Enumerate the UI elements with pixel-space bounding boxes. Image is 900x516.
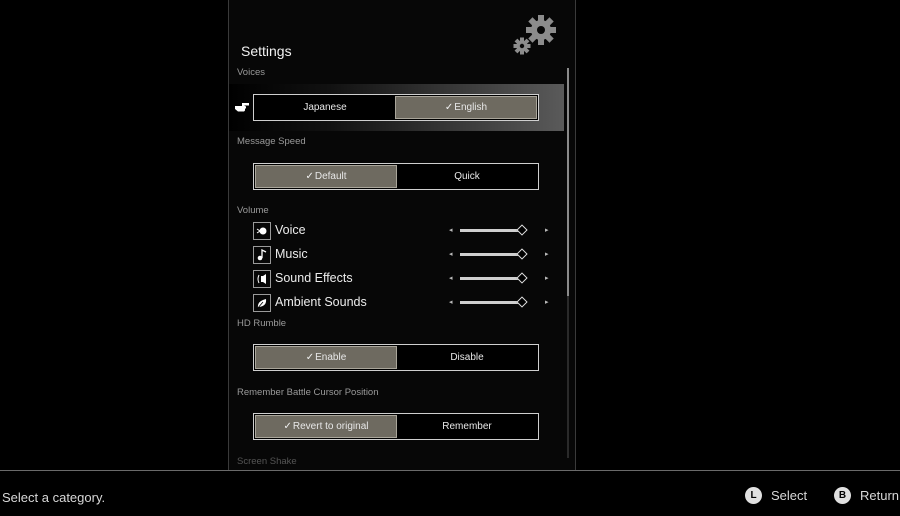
volume-slider-track[interactable] bbox=[460, 253, 522, 256]
volume-row-sound-effects[interactable]: Sound Effects ◂ ▸ bbox=[253, 270, 553, 290]
volume-slider-knob[interactable] bbox=[516, 247, 528, 260]
music-note-icon bbox=[253, 246, 271, 264]
gear-icon bbox=[513, 15, 556, 55]
voices-toggle: Japanese ✓ English bbox=[253, 94, 539, 121]
volume-label: Music bbox=[275, 247, 308, 261]
arrow-left-icon[interactable]: ◂ bbox=[449, 274, 453, 282]
volume-slider-track[interactable] bbox=[460, 301, 522, 304]
voices-option-english[interactable]: ✓ English bbox=[395, 96, 537, 119]
volume-label: Ambient Sounds bbox=[275, 295, 367, 309]
hd-rumble-option-enable[interactable]: ✓ Enable bbox=[255, 346, 397, 369]
select-button-hint[interactable]: L Select bbox=[745, 487, 807, 504]
volume-label: Sound Effects bbox=[275, 271, 353, 285]
hd-rumble-toggle: ✓ Enable Disable bbox=[253, 344, 539, 371]
arrow-left-icon[interactable]: ◂ bbox=[449, 298, 453, 306]
message-speed-option-default[interactable]: ✓ Default bbox=[255, 165, 397, 188]
arrow-right-icon[interactable]: ▸ bbox=[545, 298, 549, 306]
battle-cursor-option-revert[interactable]: ✓ Revert to original bbox=[255, 415, 397, 438]
check-icon: ✓ bbox=[283, 421, 292, 432]
check-icon: ✓ bbox=[444, 102, 454, 113]
section-label-voices: Voices bbox=[237, 67, 265, 78]
section-label-battle-cursor: Remember Battle Cursor Position bbox=[237, 387, 379, 398]
arrow-right-icon[interactable]: ▸ bbox=[545, 274, 549, 282]
arrow-right-icon[interactable]: ▸ bbox=[545, 250, 549, 258]
check-icon: ✓ bbox=[305, 352, 315, 363]
volume-row-voice[interactable]: Voice ◂ ▸ bbox=[253, 222, 553, 242]
volume-slider-track[interactable] bbox=[460, 277, 522, 280]
hd-rumble-option-disable[interactable]: Disable bbox=[397, 346, 537, 369]
section-label-hd-rumble: HD Rumble bbox=[237, 318, 287, 329]
arrow-left-icon[interactable]: ◂ bbox=[449, 250, 453, 258]
arrow-left-icon[interactable]: ◂ bbox=[449, 226, 453, 234]
message-speed-toggle: ✓ Default Quick bbox=[253, 163, 539, 190]
battle-cursor-toggle: ✓ Revert to original Remember bbox=[253, 413, 539, 440]
section-label-message-speed: Message Speed bbox=[237, 136, 306, 147]
l-button-icon: L bbox=[745, 487, 762, 504]
arrow-right-icon[interactable]: ▸ bbox=[545, 226, 549, 234]
b-button-icon: B bbox=[834, 487, 851, 504]
volume-slider-track[interactable] bbox=[460, 229, 522, 232]
scrollbar-thumb[interactable] bbox=[567, 68, 569, 296]
page-title: Settings bbox=[241, 43, 292, 59]
sound-effects-icon bbox=[253, 270, 271, 288]
volume-slider-knob[interactable] bbox=[516, 295, 528, 308]
footer-divider bbox=[0, 470, 900, 471]
return-label: Return bbox=[860, 488, 900, 503]
message-speed-option-quick[interactable]: Quick bbox=[397, 165, 537, 188]
volume-slider-knob[interactable] bbox=[516, 271, 528, 284]
voices-option-japanese[interactable]: Japanese bbox=[255, 96, 395, 119]
volume-slider-knob[interactable] bbox=[516, 223, 528, 236]
volume-row-ambient-sounds[interactable]: Ambient Sounds ◂ ▸ bbox=[253, 294, 553, 314]
select-label: Select bbox=[771, 488, 808, 503]
settings-panel: Settings Voices Japanese ✓ English Messag… bbox=[228, 0, 576, 470]
volume-row-music[interactable]: Music ◂ ▸ bbox=[253, 246, 553, 266]
pointing-hand-icon bbox=[235, 103, 249, 112]
leaf-icon bbox=[253, 294, 271, 312]
section-label-volume: Volume bbox=[237, 205, 269, 216]
section-label-cutoff: Screen Shake bbox=[237, 456, 297, 467]
voice-icon bbox=[253, 222, 271, 240]
footer-hint-text: Select a category. bbox=[2, 490, 106, 505]
volume-label: Voice bbox=[275, 223, 306, 237]
return-button-hint[interactable]: B Return bbox=[834, 487, 899, 504]
check-icon: ✓ bbox=[305, 171, 314, 182]
battle-cursor-option-remember[interactable]: Remember bbox=[397, 415, 537, 438]
